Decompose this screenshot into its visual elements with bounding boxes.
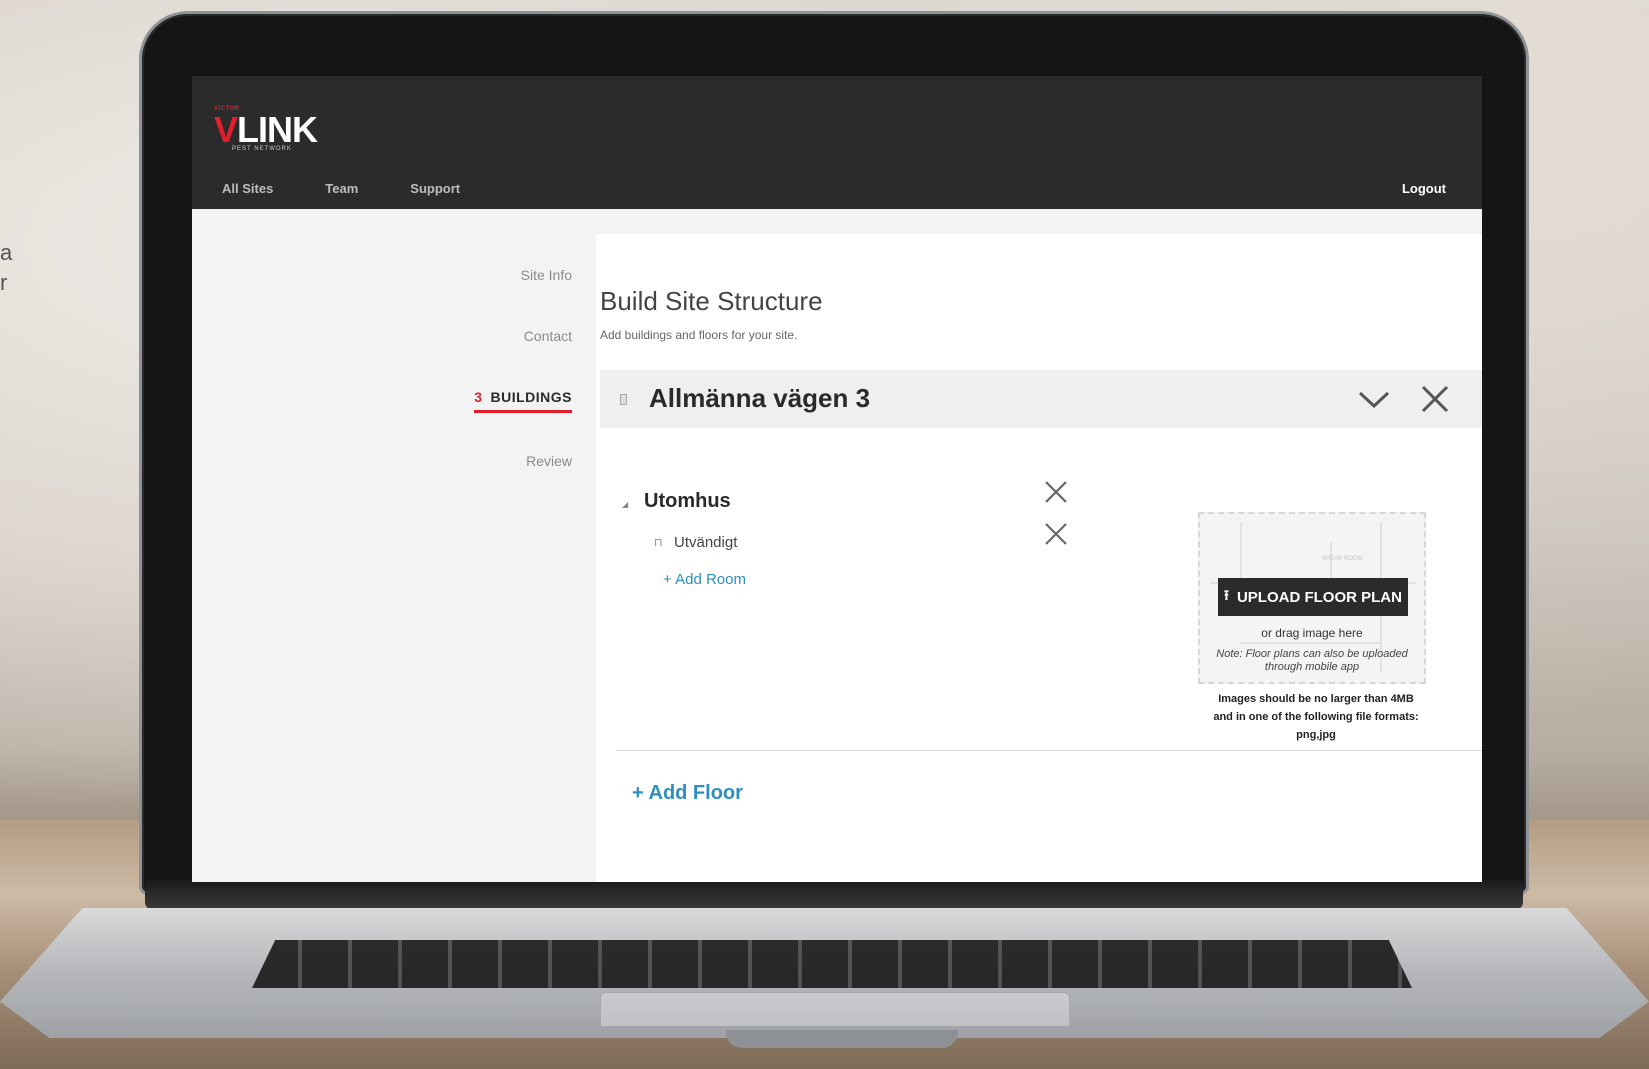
delete-building-close-icon[interactable]	[1420, 384, 1450, 414]
step-review[interactable]: Review	[526, 453, 572, 469]
vlink-logo[interactable]: VICTOR VLINK PEST NETWORK	[214, 106, 324, 152]
building-icon	[620, 394, 627, 405]
background-edge-text: a r	[0, 240, 13, 295]
nav-team[interactable]: Team	[325, 181, 358, 196]
section-divider	[616, 750, 1482, 751]
wizard-steps: Site Info Contact 3 BUILDINGS Review	[192, 209, 590, 882]
add-floor-link[interactable]: + Add Floor	[632, 782, 743, 805]
nav-support[interactable]: Support	[410, 181, 460, 196]
upload-floor-plan-button[interactable]: ⭱ UPLOAD FLOOR PLAN	[1218, 578, 1408, 616]
nav-all-sites[interactable]: All Sites	[222, 181, 273, 196]
mobile-upload-note: Note: Floor plans can also be uploaded t…	[1216, 648, 1408, 673]
laptop-notch	[726, 1030, 958, 1048]
top-bar: VICTOR VLINK PEST NETWORK All Sites Team…	[192, 76, 1482, 209]
step-site-info[interactable]: Site Info	[521, 267, 572, 283]
chevron-down-icon[interactable]	[1356, 384, 1392, 414]
upload-button-label: UPLOAD FLOOR PLAN	[1236, 588, 1402, 606]
main-content: Build Site Structure Add buildings and f…	[596, 234, 1482, 882]
collapse-triangle-icon[interactable]: ◢	[622, 500, 628, 509]
active-step-underline	[474, 410, 572, 413]
logo-wordmark: VLINK	[214, 109, 318, 150]
step-number: 3	[474, 389, 483, 405]
step-contact[interactable]: Contact	[524, 328, 572, 344]
laptop-keyboard	[252, 940, 1412, 988]
plan-room-label: BREAK ROOM	[1322, 556, 1363, 562]
room-name[interactable]: Utvändigt	[674, 534, 737, 551]
add-room-link[interactable]: + Add Room	[663, 571, 746, 588]
main-nav: All Sites Team Support	[222, 181, 512, 196]
room-icon: ⊓	[654, 537, 663, 549]
building-header[interactable]: Allmänna vägen 3	[600, 370, 1482, 428]
app-screen: VICTOR VLINK PEST NETWORK All Sites Team…	[192, 76, 1482, 882]
laptop-trackpad	[600, 992, 1070, 1026]
file-limits-text: Images should be no larger than 4MB and …	[1213, 693, 1419, 741]
page-subtitle: Add buildings and floors for your site.	[600, 328, 798, 342]
floor-plan-dropzone[interactable]: BREAK ROOM ⭱ UPLOAD FLOOR PLAN or drag i…	[1198, 512, 1426, 684]
logo-tagline: PEST NETWORK	[232, 146, 292, 152]
delete-floor-close-icon[interactable]	[1044, 480, 1068, 504]
floor-name[interactable]: Utomhus	[644, 490, 731, 513]
upload-icon: ⭱	[1224, 587, 1229, 603]
step-buildings[interactable]: 3 BUILDINGS	[474, 389, 572, 413]
page-title: Build Site Structure	[600, 286, 823, 316]
logout-link[interactable]: Logout	[1402, 181, 1446, 196]
drag-image-hint: or drag image here	[1261, 626, 1363, 640]
delete-room-close-icon[interactable]	[1044, 522, 1068, 546]
building-name: Allmänna vägen 3	[649, 383, 871, 413]
step-buildings-label: BUILDINGS	[490, 389, 572, 405]
laptop-hinge	[145, 880, 1523, 910]
